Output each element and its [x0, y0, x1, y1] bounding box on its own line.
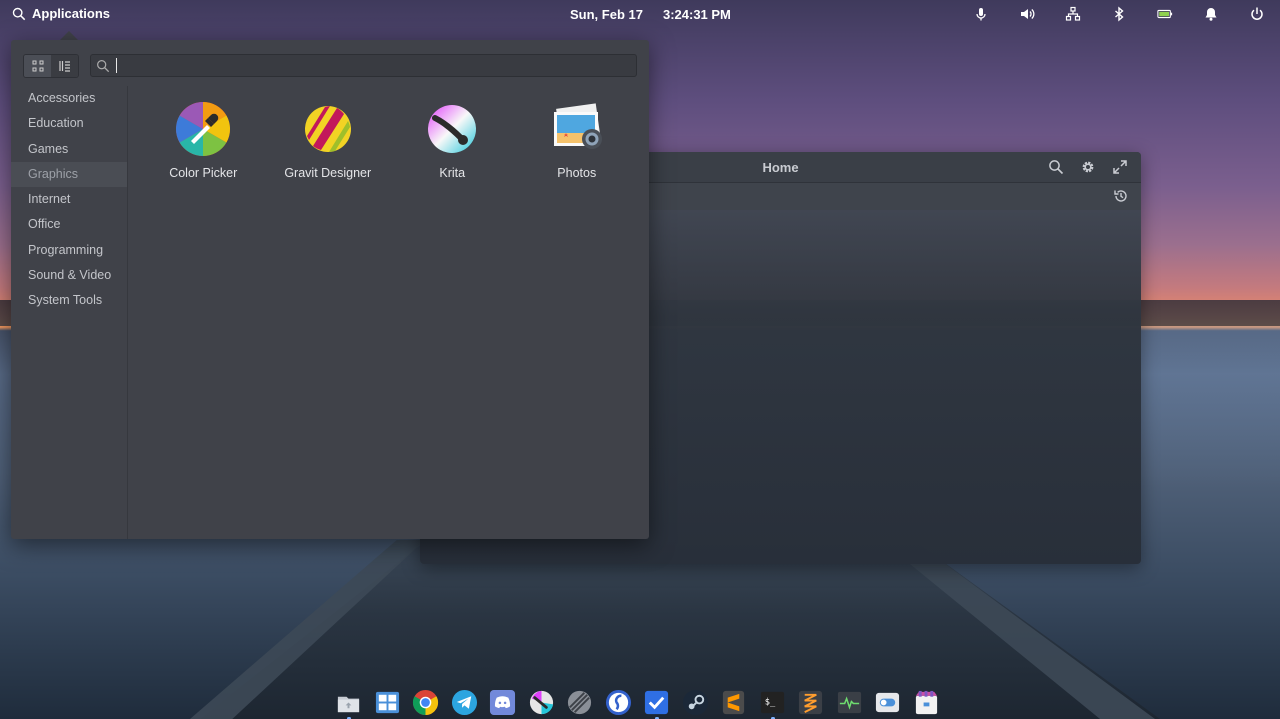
network-icon[interactable] — [1064, 5, 1082, 23]
category-education[interactable]: Education — [11, 111, 127, 136]
dock-tasks[interactable] — [642, 688, 672, 719]
terminal-icon: $_ — [760, 691, 784, 714]
app-label: Color Picker — [169, 166, 238, 180]
settings-toggle-icon — [876, 692, 900, 713]
category-accessories[interactable]: Accessories — [11, 86, 127, 111]
krita-icon — [529, 690, 553, 715]
app-label: Gravit Designer — [284, 166, 372, 180]
dock-settings[interactable] — [873, 688, 903, 717]
top-panel: Applications Sun, Feb 17 3:24:31 PM — [0, 0, 1280, 28]
app-color-picker[interactable]: Color Picker — [141, 100, 266, 180]
files-window-tools — [1047, 158, 1129, 176]
discord-icon — [490, 689, 516, 716]
dock-steam[interactable] — [681, 688, 711, 717]
category-games[interactable]: Games — [11, 137, 127, 162]
search-icon — [97, 59, 110, 72]
tasks-icon — [645, 690, 669, 715]
dock-krita[interactable] — [527, 688, 557, 717]
category-list: Accessories Education Games Graphics Int… — [11, 86, 128, 539]
category-system-tools[interactable]: System Tools — [11, 288, 127, 313]
dock-chrome[interactable] — [411, 688, 441, 717]
color-picker-icon — [176, 101, 231, 156]
category-view-button[interactable] — [51, 55, 78, 77]
search-icon — [12, 7, 26, 20]
category-programming[interactable]: Programming — [11, 238, 127, 263]
app-grid: Color Picker Gravit Designer Krita Photo… — [141, 100, 639, 180]
dock-simplenote[interactable] — [604, 688, 634, 717]
system-monitor-icon — [837, 691, 861, 714]
chrome-icon — [413, 689, 439, 716]
dock-discord[interactable] — [488, 688, 518, 717]
history-icon[interactable] — [1113, 188, 1129, 204]
app-photos[interactable]: Photos — [515, 100, 640, 180]
view-toggle — [23, 54, 79, 78]
photos-icon — [553, 103, 602, 149]
steam-icon — [682, 689, 708, 716]
gear-icon[interactable] — [1079, 158, 1097, 176]
dock: $_ — [334, 686, 941, 719]
dock-files[interactable] — [334, 688, 364, 719]
svg-text:$_: $_ — [765, 697, 776, 707]
search-input[interactable] — [117, 58, 636, 73]
dock-telegram[interactable] — [450, 688, 480, 717]
code-icon — [799, 690, 823, 715]
app-gravit-designer[interactable]: Gravit Designer — [266, 100, 391, 180]
dock-multitasking[interactable] — [373, 688, 403, 717]
dock-code[interactable] — [796, 688, 826, 717]
applications-label: Applications — [32, 6, 111, 21]
telegram-icon — [451, 689, 477, 716]
files-icon — [338, 696, 360, 713]
category-graphics[interactable]: Graphics — [11, 161, 127, 188]
dock-sublime[interactable] — [719, 688, 749, 717]
multitasking-icon — [375, 691, 399, 714]
applications-menu: Accessories Education Games Graphics Int… — [11, 40, 649, 539]
bluetooth-icon[interactable] — [1110, 5, 1128, 23]
list-icon — [58, 61, 70, 72]
search-icon[interactable] — [1047, 158, 1065, 176]
app-krita[interactable]: Krita — [390, 100, 515, 180]
grid-icon — [32, 60, 43, 72]
clock[interactable]: Sun, Feb 17 3:24:31 PM — [570, 7, 731, 22]
krita-icon — [428, 105, 477, 153]
clock-date: Sun, Feb 17 — [570, 7, 643, 22]
applications-button[interactable]: Applications — [12, 6, 110, 21]
files-window-title: Home — [762, 159, 799, 175]
notifications-icon[interactable] — [1202, 5, 1220, 23]
sublime-text-icon — [723, 690, 745, 715]
category-office[interactable]: Office — [11, 212, 127, 237]
indicators — [972, 5, 1266, 23]
category-internet[interactable]: Internet — [11, 187, 127, 212]
maximize-icon[interactable] — [1111, 158, 1129, 176]
simplenote-icon — [605, 689, 631, 716]
app-label: Krita — [439, 166, 466, 180]
clock-time: 3:24:31 PM — [662, 7, 731, 22]
power-icon[interactable] — [1248, 5, 1266, 23]
applications-menu-pointer — [60, 31, 78, 40]
dock-appcenter[interactable] — [912, 688, 942, 717]
dock-system-monitor[interactable] — [835, 688, 865, 717]
dock-gravit[interactable] — [565, 688, 595, 717]
gravit-designer-icon — [304, 106, 351, 152]
battery-icon[interactable] — [1156, 5, 1174, 23]
gravit-icon — [568, 690, 592, 715]
volume-icon[interactable] — [1018, 5, 1036, 23]
grid-view-button[interactable] — [24, 55, 51, 77]
app-label: Photos — [557, 166, 597, 180]
applications-search — [90, 54, 637, 77]
microphone-icon[interactable] — [972, 5, 990, 23]
appcenter-icon — [915, 690, 937, 715]
category-sound-video[interactable]: Sound & Video — [11, 263, 127, 288]
applications-menu-header — [11, 40, 649, 86]
dock-terminal[interactable]: $_ — [758, 688, 788, 719]
